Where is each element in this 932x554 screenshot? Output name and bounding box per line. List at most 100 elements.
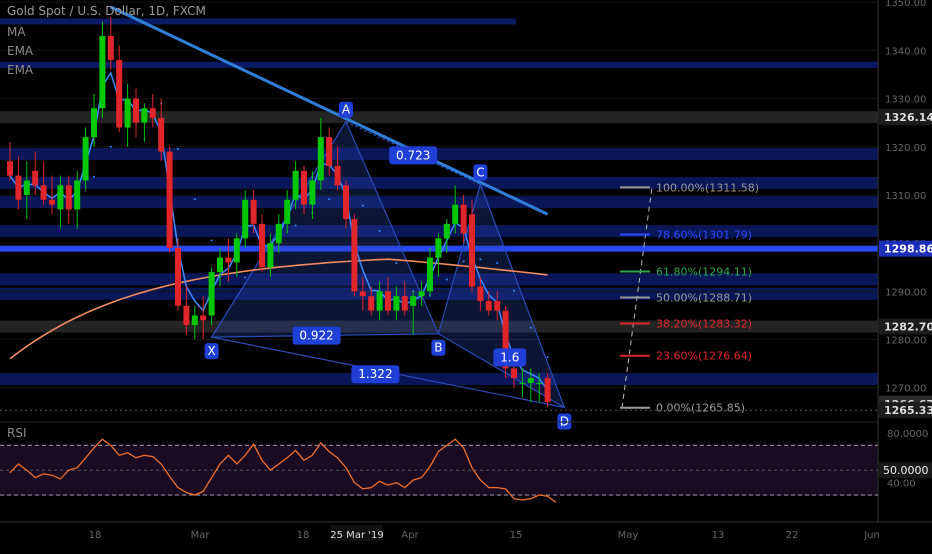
ma-dot xyxy=(193,198,196,201)
candle-body[interactable] xyxy=(292,170,299,200)
indicator-label-ema-2[interactable]: EMA xyxy=(7,63,33,77)
candle-body[interactable] xyxy=(469,214,475,287)
candle-body[interactable] xyxy=(107,35,114,61)
price-label: 1298.86 xyxy=(884,243,932,256)
candle-body[interactable] xyxy=(343,185,349,220)
ratio-label: 1.6 xyxy=(500,350,519,364)
indicator-label-ema-1[interactable]: EMA xyxy=(7,44,33,58)
fib-level-label: 38.20%(1283.32) xyxy=(656,318,752,331)
price-label: 1326.14 xyxy=(884,111,932,124)
pattern-point-a: A xyxy=(342,103,351,117)
candle-body[interactable] xyxy=(259,223,265,268)
candle-body[interactable] xyxy=(309,180,316,205)
candle-body[interactable] xyxy=(536,382,543,384)
candle-body[interactable] xyxy=(301,170,307,205)
candle-body[interactable] xyxy=(359,291,366,297)
candle-body[interactable] xyxy=(326,137,333,167)
candle-body[interactable] xyxy=(527,378,534,383)
candle-body[interactable] xyxy=(116,60,123,128)
fib-level-label: 23.60%(1276.64) xyxy=(656,350,752,363)
candle-body[interactable] xyxy=(485,300,492,311)
ma-dot xyxy=(462,260,465,263)
ma-dot xyxy=(546,356,549,359)
candle-body[interactable] xyxy=(49,199,55,205)
price-tick-label: 1340.00 xyxy=(885,46,926,57)
candle-body[interactable] xyxy=(208,272,215,316)
candle-body[interactable] xyxy=(124,98,131,128)
rsi-pane-title[interactable]: RSI xyxy=(7,426,27,440)
rsi-tick-label: 80.0000 xyxy=(887,429,928,440)
candle-body[interactable] xyxy=(477,286,484,301)
candle-body[interactable] xyxy=(317,137,324,181)
price-tick-label: 1290.00 xyxy=(885,287,926,298)
candle-body[interactable] xyxy=(158,117,165,152)
indicator-label-ma[interactable]: MA xyxy=(7,25,26,39)
candle-body[interactable] xyxy=(40,185,47,200)
candle-body[interactable] xyxy=(141,108,148,123)
candle-body[interactable] xyxy=(166,151,173,248)
candle-body[interactable] xyxy=(435,238,442,258)
candle-body[interactable] xyxy=(284,199,291,224)
candle-body[interactable] xyxy=(183,305,190,326)
candle-body[interactable] xyxy=(460,204,467,234)
ma-dot xyxy=(210,239,213,242)
ma-dot xyxy=(109,145,112,148)
candle-body[interactable] xyxy=(519,382,526,384)
candle-body[interactable] xyxy=(149,108,156,118)
candle-body[interactable] xyxy=(15,175,22,200)
candle-body[interactable] xyxy=(376,291,383,311)
pattern-point-b: B xyxy=(434,341,442,355)
candle-body[interactable] xyxy=(242,199,249,239)
price-label: 1265.33 xyxy=(884,404,932,417)
candle-body[interactable] xyxy=(233,238,240,263)
candle-body[interactable] xyxy=(511,368,517,379)
candle-body[interactable] xyxy=(427,257,433,292)
candle-body[interactable] xyxy=(334,166,341,186)
candle-body[interactable] xyxy=(443,223,450,239)
fib-level-label: 0.00%(1265.85) xyxy=(656,402,745,415)
candle-body[interactable] xyxy=(23,180,30,195)
candle-body[interactable] xyxy=(351,219,358,292)
candle-body[interactable] xyxy=(225,257,232,263)
candle-body[interactable] xyxy=(250,199,257,224)
candle-body[interactable] xyxy=(82,137,89,181)
candle-body[interactable] xyxy=(99,35,106,109)
candle-body[interactable] xyxy=(393,296,400,311)
candle-body[interactable] xyxy=(452,204,459,224)
candle-body[interactable] xyxy=(217,257,223,273)
candle-body[interactable] xyxy=(7,161,13,176)
candle-body[interactable] xyxy=(91,108,97,138)
ratio-label: 1.322 xyxy=(358,367,392,381)
support-resistance-zone xyxy=(0,18,516,25)
ma-dot xyxy=(378,229,381,232)
candle-body[interactable] xyxy=(544,378,551,403)
ma-dot xyxy=(177,147,179,150)
candle-body[interactable] xyxy=(368,296,375,311)
candle-body[interactable] xyxy=(57,185,64,210)
candle-body[interactable] xyxy=(401,296,408,311)
candle-body[interactable] xyxy=(191,315,198,326)
candle-body[interactable] xyxy=(418,291,425,297)
chart-canvas[interactable]: X A B C D 0.723 0.922 1.322 1.6 100.00%(1311.58) 7… xyxy=(0,0,932,550)
time-tick-label: Jun xyxy=(863,530,880,541)
candle-body[interactable] xyxy=(385,291,391,311)
candle-body[interactable] xyxy=(175,247,181,306)
ma-dot xyxy=(496,261,499,264)
candle-body[interactable] xyxy=(494,300,501,311)
candle-body[interactable] xyxy=(200,315,207,321)
candle-body[interactable] xyxy=(65,185,72,210)
ma-dot xyxy=(529,326,532,329)
chart-title[interactable]: Gold Spot / U.S. Dollar, 1D, FXCM xyxy=(7,4,206,18)
candle-body[interactable] xyxy=(275,223,282,244)
candle-body[interactable] xyxy=(410,296,417,306)
fib-level-label: 100.00%(1311.58) xyxy=(656,181,759,194)
candle-body[interactable] xyxy=(133,98,139,123)
candle-body[interactable] xyxy=(74,180,81,210)
support-resistance-zone xyxy=(0,61,878,68)
price-tick-label: 1330.00 xyxy=(885,95,926,106)
support-resistance-zone xyxy=(0,147,878,160)
fib-level-label: 78.60%(1301.79) xyxy=(656,229,752,242)
ratio-label: 0.723 xyxy=(396,148,430,162)
candle-body[interactable] xyxy=(267,243,274,268)
candle-body[interactable] xyxy=(32,170,39,186)
